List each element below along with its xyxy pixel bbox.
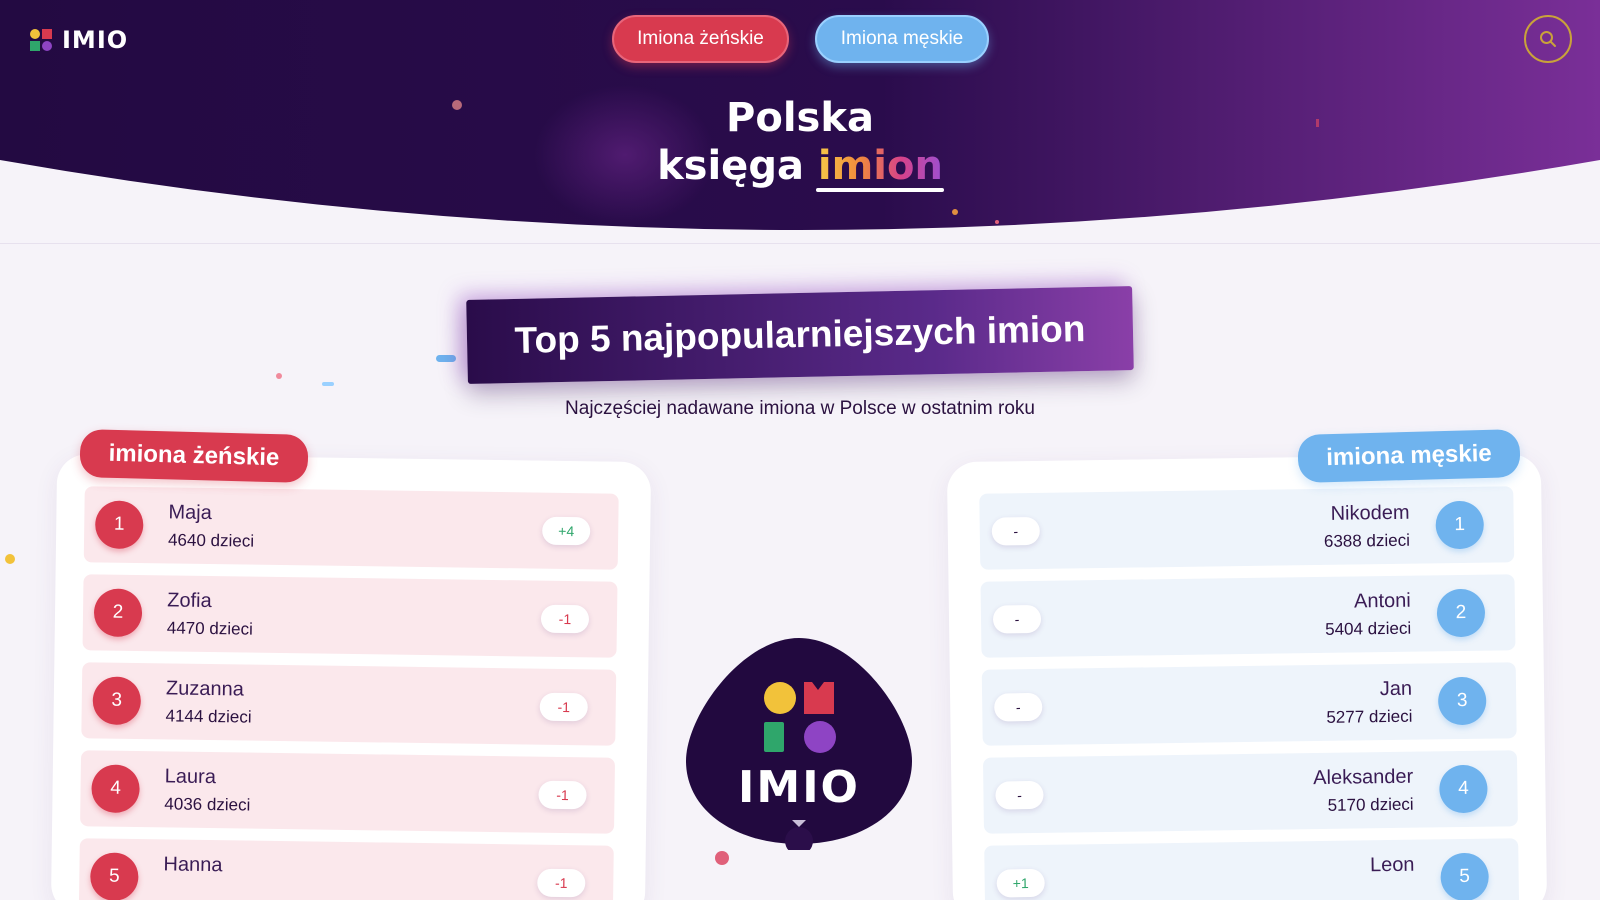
name-label: Zofia <box>167 589 212 613</box>
change-badge: -1 <box>537 868 586 898</box>
count-label: 4470 dzieci <box>166 618 253 639</box>
rank-badge: 2 <box>93 588 143 638</box>
name-label: Hanna <box>163 853 223 877</box>
change-badge: +1 <box>996 868 1045 898</box>
top5-subtitle: Najczęściej nadawane imiona w Polsce w o… <box>565 398 1035 419</box>
header-divider <box>0 243 1600 244</box>
rank-badge: 3 <box>1437 676 1487 726</box>
change-badge: +4 <box>542 516 591 546</box>
top5-heading: Top 5 najpopularniejszych imion <box>466 286 1134 384</box>
female-row-3[interactable]: 3 Zuzanna 4144 dzieci -1 <box>81 662 617 746</box>
female-row-5[interactable]: 5 Hanna -1 <box>78 838 614 900</box>
center-logo-shape <box>686 638 912 855</box>
confetti-dash <box>436 355 456 362</box>
female-row-1[interactable]: 1 Maja 4640 dzieci +4 <box>83 486 619 570</box>
center-logo-text: IMIO <box>738 762 860 813</box>
rank-badge: 5 <box>90 852 139 900</box>
count-label: 4036 dzieci <box>164 794 251 815</box>
count-label: 4144 dzieci <box>165 706 252 727</box>
male-row-2[interactable]: - Antoni 5404 dzieci 2 <box>980 574 1516 658</box>
name-label: Laura <box>164 765 217 789</box>
count-label: 5404 dzieci <box>1325 618 1412 639</box>
center-logo[interactable]: IMIO <box>686 636 912 855</box>
title-accent-word: imion <box>817 143 943 189</box>
change-badge: -1 <box>540 604 590 634</box>
count-label: 6388 dzieci <box>1323 530 1411 551</box>
rank-badge: 1 <box>94 500 144 550</box>
rank-badge: 4 <box>91 764 140 814</box>
male-section-tag: imiona męskie <box>1297 429 1521 483</box>
female-names-panel: 1 Maja 4640 dzieci +4 2 Zofia 4470 dziec… <box>50 453 652 900</box>
name-label: Nikodem <box>1330 501 1410 525</box>
count-label: 4640 dzieci <box>167 530 255 551</box>
search-icon <box>1540 31 1556 47</box>
rank-badge: 2 <box>1436 588 1486 638</box>
logo-icon <box>30 29 52 51</box>
hero-header: IMIO Imiona żeńskie Imiona męskie Polska… <box>0 0 1600 240</box>
change-badge: - <box>994 692 1043 722</box>
rank-badge: 4 <box>1439 764 1488 814</box>
rank-badge: 1 <box>1435 500 1485 550</box>
female-row-4[interactable]: 4 Laura 4036 dzieci -1 <box>80 750 616 834</box>
name-label: Zuzanna <box>165 677 244 701</box>
brand-logo[interactable]: IMIO <box>30 26 128 54</box>
name-label: Antoni <box>1353 589 1411 613</box>
change-badge: -1 <box>539 692 588 722</box>
change-badge: - <box>991 516 1040 546</box>
name-label: Leon <box>1369 853 1415 877</box>
change-badge: - <box>992 604 1042 634</box>
nav-male-names-button[interactable]: Imiona męskie <box>815 15 989 63</box>
male-names-panel: - Nikodem 6388 dzieci 1 - Antoni 5404 dz… <box>946 453 1548 900</box>
male-row-5[interactable]: +1 Leon 5 <box>984 838 1520 900</box>
change-badge: - <box>995 780 1044 810</box>
male-row-4[interactable]: - Aleksander 5170 dzieci 4 <box>982 750 1518 834</box>
name-label: Aleksander <box>1313 765 1414 790</box>
male-row-3[interactable]: - Jan 5277 dzieci 3 <box>981 662 1517 746</box>
page-title: Polska księga imion <box>0 94 1600 190</box>
change-badge: -1 <box>538 780 587 810</box>
title-underline <box>816 188 944 192</box>
title-line-1: Polska <box>726 95 874 141</box>
title-word: księga <box>657 143 804 189</box>
male-row-1[interactable]: - Nikodem 6388 dzieci 1 <box>979 486 1515 570</box>
name-label: Maja <box>168 501 212 525</box>
search-button[interactable] <box>1524 15 1572 63</box>
title-line-2: księga imion <box>0 142 1600 190</box>
rank-badge: 5 <box>1440 852 1489 900</box>
count-label: 5170 dzieci <box>1327 794 1414 815</box>
female-row-2[interactable]: 2 Zofia 4470 dzieci -1 <box>82 574 618 658</box>
female-section-tag: imiona żeńskie <box>79 429 309 483</box>
rank-badge: 3 <box>92 676 142 726</box>
nav-female-names-button[interactable]: Imiona żeńskie <box>612 15 789 63</box>
logo-text: IMIO <box>62 26 129 54</box>
confetti-dot <box>715 851 729 865</box>
name-label: Jan <box>1379 677 1413 701</box>
count-label: 5277 dzieci <box>1326 706 1413 727</box>
